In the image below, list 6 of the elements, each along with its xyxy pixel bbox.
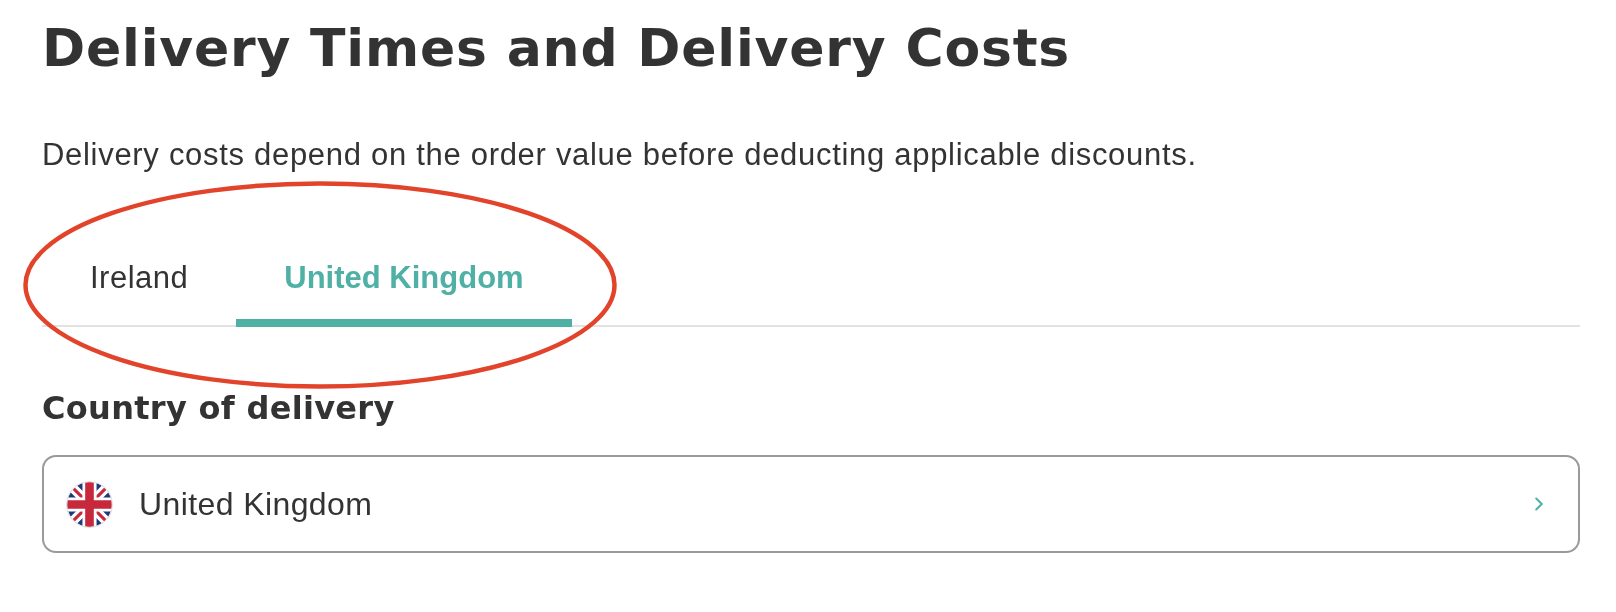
page-title: Delivery Times and Delivery Costs	[42, 18, 1071, 78]
section-title: Country of delivery	[42, 389, 395, 427]
intro-text: Delivery costs depend on the order value before deducting applicable discounts.	[42, 136, 1197, 174]
flag-icon	[66, 480, 113, 528]
country-selector[interactable]: United Kingdom	[42, 455, 1580, 553]
tab[interactable]: Ireland	[42, 240, 237, 327]
